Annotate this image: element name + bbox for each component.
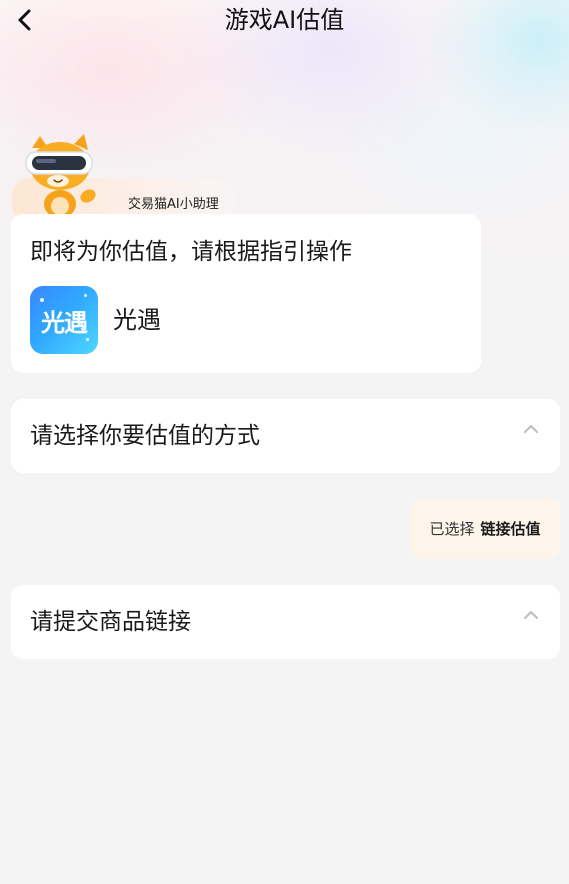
- game-icon-text: 光遇: [41, 308, 88, 337]
- intro-card: 即将为你估值，请根据指引操作 光遇 光遇: [11, 214, 481, 373]
- selection-value: 链接估值: [480, 520, 541, 538]
- mascot-cat-vr-icon: [25, 134, 96, 218]
- valuation-method-section[interactable]: 请选择你要估值的方式: [11, 399, 560, 473]
- sparkle-icon: [40, 298, 44, 302]
- sparkle-icon: [86, 338, 89, 341]
- game-name: 光遇: [113, 306, 161, 334]
- chevron-up-icon[interactable]: [522, 421, 540, 435]
- section-title: 请选择你要估值的方式: [30, 423, 260, 449]
- game-app-icon: 光遇: [30, 286, 98, 354]
- intro-title: 即将为你估值，请根据指引操作: [30, 239, 352, 265]
- selection-reply-bubble: 已选择 链接估值: [410, 498, 560, 559]
- sparkle-icon: [84, 294, 87, 297]
- assistant-name: 交易猫AI小助理: [128, 197, 219, 212]
- selection-prefix: 已选择: [429, 520, 475, 538]
- nav-bar: 游戏AI估值: [0, 0, 569, 42]
- page-title: 游戏AI估值: [224, 6, 345, 34]
- chevron-up-icon[interactable]: [522, 607, 540, 621]
- submit-link-section[interactable]: 请提交商品链接: [11, 585, 560, 659]
- game-item: 光遇 光遇: [30, 286, 161, 354]
- section-title: 请提交商品链接: [30, 609, 191, 635]
